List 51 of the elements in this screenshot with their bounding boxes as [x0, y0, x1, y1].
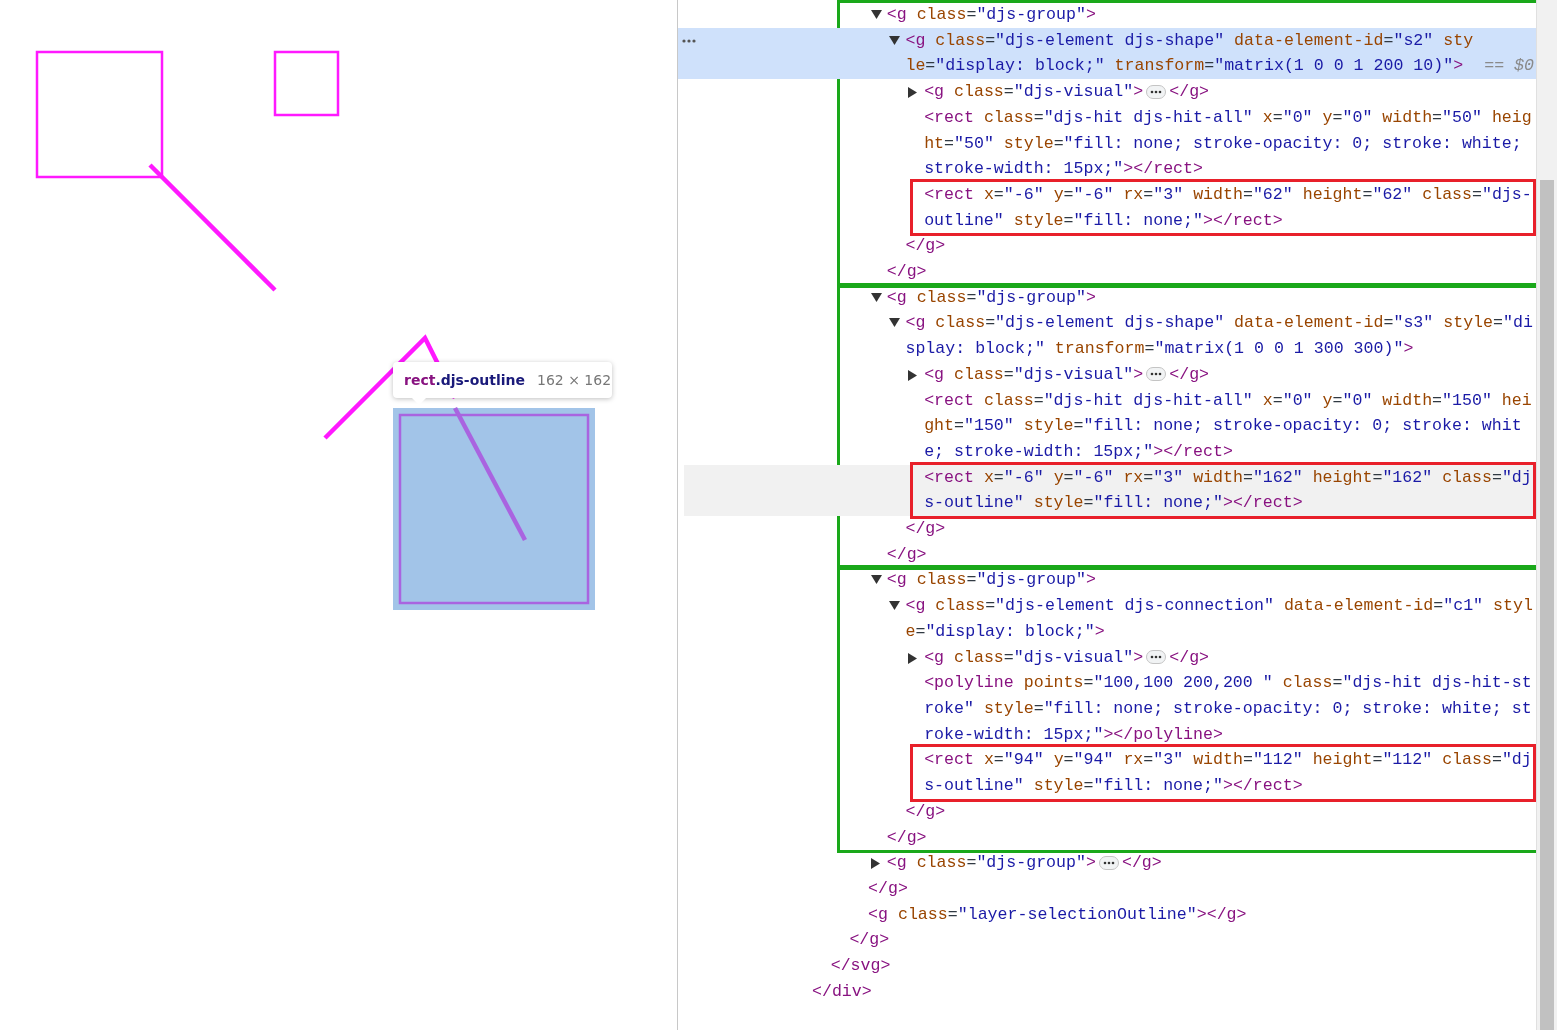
code-line[interactable]: <g class="djs-element djs-shape" data-element-id="s2" style="display: block;" transform="matrix(1 0 0 1 200 10)">	[905, 27, 1478, 80]
code-line[interactable]: <rect x="-6" y="-6" rx="3" width="62" height="62" class="djs-outline" style="fill: none;"></rect>	[924, 181, 1536, 234]
closing-tag: </g>	[849, 930, 890, 950]
code-line[interactable]: <g class="djs-group">	[886, 2, 1536, 28]
caret-down-icon[interactable]	[889, 318, 901, 328]
more-icon[interactable]	[681, 38, 696, 43]
caret-right-icon[interactable]	[870, 858, 880, 870]
closing-tag: </g>	[905, 236, 946, 256]
code-line[interactable]: <rect class="djs-hit djs-hit-all" x="0" y="0" width="50" height="50" style="fill: none; stroke-opacity: 0; stroke: white; stroke-width: 15px;"></rect>	[924, 104, 1536, 182]
code-line[interactable]: <g class="djs-visual">	[924, 82, 1144, 102]
closing-tag: </svg>	[830, 956, 891, 975]
closing-tag: </g>	[886, 827, 927, 847]
code-line[interactable]: <g class="djs-group">	[886, 284, 1536, 311]
caret-down-icon[interactable]	[889, 35, 901, 45]
code-line[interactable]: <g class="djs-element djs-connection" data-element-id="c1" style="display: block;">	[905, 593, 1536, 645]
code-line[interactable]: <g class="djs-element djs-shape" data-element-id="s3" style="display: block;" transform="matrix(1 0 0 1 300 300)">	[905, 310, 1536, 362]
closing-tag: </g>	[1169, 82, 1210, 102]
closing-tag: </g>	[905, 801, 946, 821]
ellipsis-icon[interactable]	[1098, 855, 1119, 870]
caret-down-icon[interactable]	[889, 601, 901, 611]
tooltip-size: 162 × 162	[537, 372, 612, 388]
caret-down-icon[interactable]	[870, 575, 882, 585]
ellipsis-icon[interactable]	[1146, 650, 1167, 665]
code-line[interactable]: <g class="layer-selectionOutline"></g>	[868, 901, 1536, 928]
code-line[interactable]: <polyline points="100,100 200,200 " class="djs-hit djs-hit-stroke" style="fill: none; stroke-opacity: 0; stroke: white; stroke-width: 15px;"></polyline>	[924, 670, 1536, 748]
ellipsis-icon[interactable]	[1146, 84, 1167, 99]
caret-down-icon[interactable]	[870, 10, 882, 19]
code-line[interactable]: <g class="djs-visual">	[924, 647, 1144, 667]
closing-tag: </g>	[868, 878, 908, 898]
scrollbar[interactable]	[1536, 0, 1557, 1030]
code-line[interactable]: <rect class="djs-hit djs-hit-all" x="0" y="0" width="150" height="150" style="fill: none; stroke-opacity: 0; stroke: white; stroke-width: 15px;"></rect>	[924, 387, 1536, 465]
caret-right-icon[interactable]	[908, 87, 918, 99]
code-line[interactable]: <rect x="94" y="94" rx="3" width="112" height="112" class="djs-outline" style="fill: none;"></rect>	[924, 747, 1536, 799]
ellipsis-icon[interactable]	[1146, 367, 1167, 382]
code-line[interactable]: <g class="djs-visual">	[924, 364, 1144, 384]
closing-tag: </g>	[886, 262, 927, 282]
rectangle-shape	[273, 50, 340, 117]
code-line[interactable]: <g class="djs-group">	[886, 853, 1096, 873]
closing-tag: </g>	[905, 519, 946, 539]
code-line[interactable]: <g class="djs-group">	[886, 567, 1536, 594]
tooltip-tag: rect	[404, 372, 436, 388]
caret-right-icon[interactable]	[908, 652, 918, 664]
caret-down-icon[interactable]	[870, 292, 882, 302]
closing-tag: </div>	[812, 981, 872, 1001]
tooltip-class: .djs-outline	[435, 372, 525, 388]
closing-tag: </g>	[886, 544, 927, 564]
closing-tag: </g>	[1121, 853, 1162, 873]
closing-tag: </g>	[1169, 364, 1210, 384]
closing-tag: </g>	[1169, 647, 1210, 667]
console-reference: == $0	[1484, 55, 1534, 78]
caret-right-icon[interactable]	[908, 369, 918, 381]
